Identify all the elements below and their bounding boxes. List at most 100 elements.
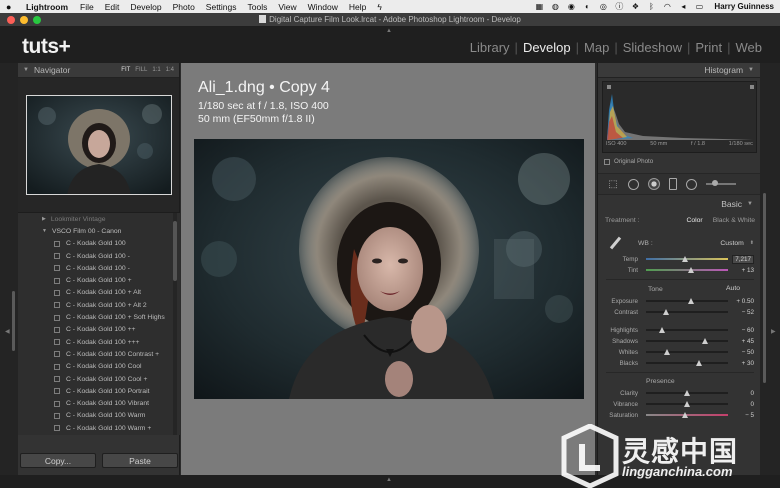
radial-filter-icon[interactable] (686, 178, 697, 190)
preset-item[interactable]: C - Kodak Gold 100 ++ (18, 324, 180, 336)
whites-knob[interactable] (663, 349, 670, 355)
contrast-value[interactable]: − 52 (732, 309, 754, 316)
blacks-slider[interactable]: Blacks + 30 (606, 358, 754, 368)
zoom-fill[interactable]: FILL (135, 67, 147, 73)
preset-item[interactable]: C - Kodak Gold 100 Contrast + (18, 348, 180, 360)
blacks-knob[interactable] (696, 360, 703, 366)
highlight-clipping-indicator[interactable] (750, 85, 754, 89)
menu-edit[interactable]: Edit (105, 2, 120, 12)
wifi-icon[interactable]: ◠ (662, 2, 672, 11)
preset-item[interactable]: C - Kodak Gold 100 + Alt 2 (18, 299, 180, 311)
module-print[interactable]: Print (691, 40, 726, 55)
tint-track[interactable] (646, 267, 728, 273)
highlights-track[interactable] (646, 327, 728, 333)
preset-folder-vsco-canon[interactable]: ▼ VSCO Film 00 - Canon (18, 225, 180, 237)
eyedropper-icon[interactable] (608, 236, 622, 250)
module-slideshow[interactable]: Slideshow (619, 40, 686, 55)
module-library[interactable]: Library (466, 40, 514, 55)
menu-photo[interactable]: Photo (173, 2, 195, 12)
saturation-knob[interactable] (681, 412, 688, 418)
preset-item[interactable]: C - Kodak Gold 100 Warm (18, 410, 180, 422)
navigator-thumbnail[interactable] (25, 95, 172, 195)
navigator-preview[interactable] (18, 78, 179, 213)
treatment-color-option[interactable]: Color (686, 217, 702, 224)
contrast-slider[interactable]: Contrast − 52 (606, 307, 754, 317)
menu-window[interactable]: Window (308, 2, 338, 12)
vibrance-knob[interactable] (684, 401, 690, 407)
highlights-slider[interactable]: Highlights − 60 (606, 325, 754, 335)
whites-track[interactable] (646, 349, 728, 355)
temp-value[interactable]: 7,217 (732, 254, 754, 264)
original-photo-checkbox[interactable] (604, 158, 610, 165)
copy-settings-button[interactable]: Copy... (20, 453, 96, 468)
menu-settings[interactable]: Settings (206, 2, 237, 12)
tray-icon-3[interactable]: ◉ (566, 2, 576, 11)
highlights-value[interactable]: − 60 (732, 327, 754, 334)
main-photo[interactable] (194, 139, 584, 399)
whites-value[interactable]: − 50 (732, 349, 754, 356)
temp-knob[interactable] (681, 256, 688, 262)
menu-tools[interactable]: Tools (248, 2, 268, 12)
blacks-track[interactable] (646, 360, 728, 366)
shadow-clipping-indicator[interactable] (607, 85, 611, 89)
tray-icon-2[interactable]: ◍ (550, 2, 560, 11)
apple-icon[interactable]: ● (6, 2, 16, 12)
left-edge-scrollbar[interactable] (12, 291, 15, 351)
left-panel-toggle-icon[interactable]: ◀ (5, 328, 10, 335)
bluetooth-icon[interactable]: ᛒ (646, 2, 656, 11)
preset-item[interactable]: C - Kodak Gold 100 - (18, 262, 180, 274)
menu-app-name[interactable]: Lightroom (26, 2, 68, 12)
bolt-icon[interactable]: ϟ (377, 2, 382, 12)
module-map[interactable]: Map (580, 40, 613, 55)
shadows-slider[interactable]: Shadows + 45 (606, 336, 754, 346)
preset-item[interactable]: C - Kodak Gold 100 + Soft Highs (18, 311, 180, 323)
tint-knob[interactable] (688, 267, 695, 273)
top-panel-toggle-icon[interactable]: ▲ (386, 28, 392, 34)
wb-dropdown-icon[interactable]: ⬍ (750, 240, 754, 246)
red-eye-icon[interactable] (648, 178, 660, 190)
saturation-value[interactable]: − 5 (732, 412, 754, 419)
preset-item[interactable]: C - Kodak Gold 100 Vibrant (18, 397, 180, 409)
preset-item[interactable]: C - Kodak Gold 100 (18, 238, 180, 250)
tray-icon-4[interactable]: ◐ (582, 2, 592, 11)
preset-item[interactable]: C - Kodak Gold 100 Warm + (18, 422, 180, 434)
preset-folder-clipped[interactable]: ▶ Lookmiter Vintage (18, 213, 180, 225)
menu-view[interactable]: View (278, 2, 296, 12)
presets-scrollbar-thumb[interactable] (173, 221, 177, 281)
preset-item[interactable]: C - Kodak Gold 100 - (18, 250, 180, 262)
exposure-knob[interactable] (688, 298, 695, 304)
preset-item[interactable]: C - Kodak Gold 100 Cool (18, 361, 180, 373)
tray-icon-1[interactable]: ▦ (534, 2, 544, 11)
treatment-bw-option[interactable]: Black & White (713, 217, 755, 224)
tint-slider[interactable]: Tint + 13 (606, 265, 754, 275)
vibrance-value[interactable]: 0 (732, 401, 754, 408)
zoom-fit[interactable]: FIT (121, 67, 130, 73)
blacks-value[interactable]: + 30 (732, 360, 754, 367)
clarity-slider[interactable]: Clarity 0 (606, 388, 754, 398)
basic-panel-header[interactable]: Basic ▼ (598, 198, 761, 210)
info-icon[interactable]: ⓘ (614, 2, 624, 11)
menu-develop[interactable]: Develop (130, 2, 161, 12)
vibrance-slider[interactable]: Vibrance 0 (606, 399, 754, 409)
dropbox-icon[interactable]: ❖ (630, 2, 640, 11)
temp-slider[interactable]: Temp 7,217 (606, 254, 754, 264)
exposure-track[interactable] (646, 298, 728, 304)
volume-icon[interactable]: ◂ (678, 2, 688, 11)
paste-settings-button[interactable]: Paste (102, 453, 178, 468)
right-panel-toggle-icon[interactable]: ▶ (771, 328, 776, 335)
battery-icon[interactable]: ▭ (694, 2, 704, 11)
menu-file[interactable]: File (80, 2, 94, 12)
navigator-header[interactable]: ▼ Navigator FIT FILL 1:1 1:4 (18, 63, 179, 78)
preset-item[interactable]: C - Kodak Gold 100 Cool + (18, 373, 180, 385)
clarity-track[interactable] (646, 390, 728, 396)
preset-item[interactable]: C - Kodak Gold 100 + (18, 274, 180, 286)
temp-track[interactable] (646, 256, 728, 262)
crop-overlay-icon[interactable]: ⬚ (607, 178, 619, 190)
highlights-knob[interactable] (659, 327, 666, 333)
presets-scrollbar[interactable] (173, 213, 177, 435)
whites-slider[interactable]: Whites − 50 (606, 347, 754, 357)
module-develop[interactable]: Develop (519, 40, 575, 55)
vibrance-track[interactable] (646, 401, 728, 407)
collapse-triangle-icon[interactable]: ▼ (747, 201, 753, 207)
preset-item[interactable]: C - Kodak Gold 100 Portrait (18, 385, 180, 397)
